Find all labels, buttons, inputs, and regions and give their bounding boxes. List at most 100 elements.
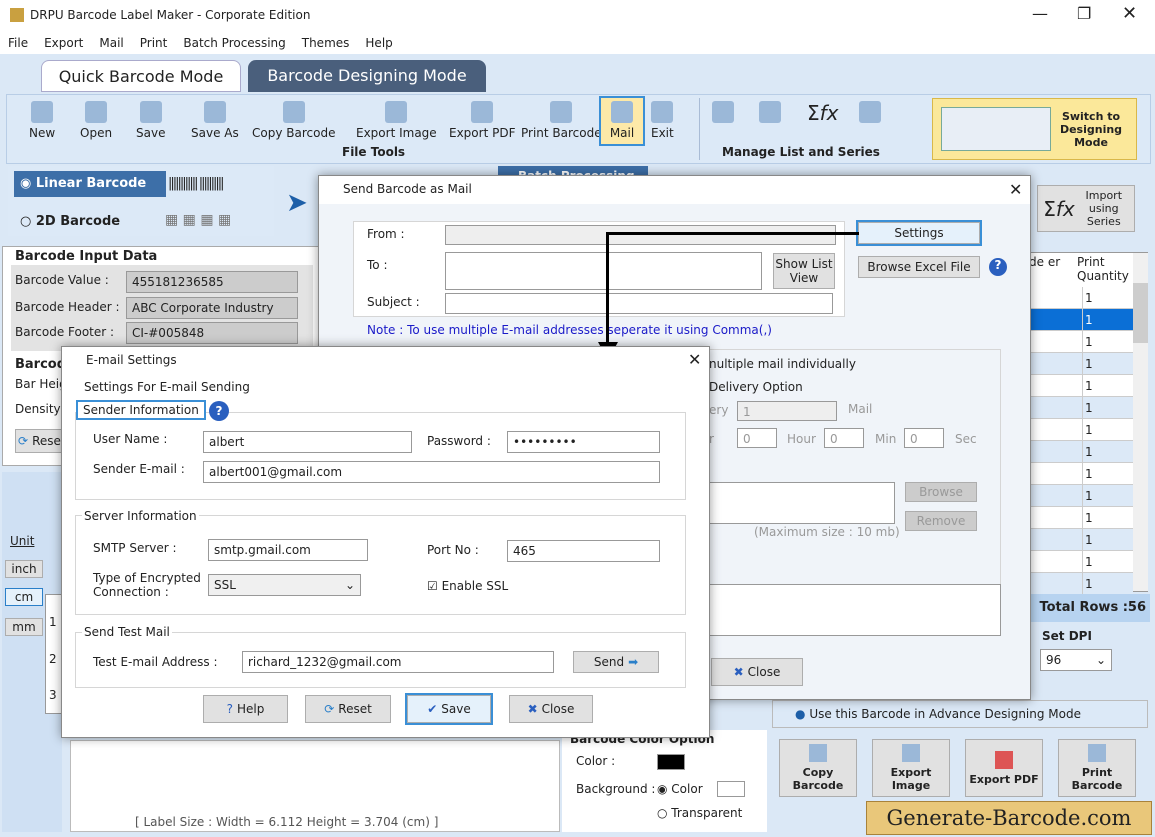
dpi-select[interactable]: 96 ⌄: [1040, 649, 1112, 671]
connector-line: [607, 232, 859, 235]
copy-barcode-button[interactable]: Copy Barcode: [252, 101, 335, 140]
mail-button[interactable]: Mail: [599, 96, 645, 146]
close-button[interactable]: ✕: [1122, 3, 1137, 24]
table-scrollbar[interactable]: [1133, 253, 1148, 591]
row-quantity: 1: [1085, 401, 1093, 415]
menu-help[interactable]: Help: [365, 36, 392, 50]
every-spinner[interactable]: 1: [737, 401, 837, 421]
printer-icon: [550, 101, 573, 123]
browse-excel-button[interactable]: Browse Excel File: [858, 256, 980, 278]
image-icon: [385, 101, 408, 123]
toolbar: New Open Save Save As Copy Barcode Expor…: [6, 94, 1151, 164]
swap-button[interactable]: [859, 101, 881, 126]
tab-quick-barcode[interactable]: Quick Barcode Mode: [41, 60, 241, 92]
save-button[interactable]: Save: [136, 101, 165, 140]
send-button[interactable]: Send ➡: [573, 651, 659, 673]
from-input[interactable]: [445, 225, 836, 245]
open-button[interactable]: Open: [80, 101, 112, 140]
pdf-icon: [471, 101, 494, 123]
save-as-icon: [203, 101, 226, 123]
series-button[interactable]: Σfx: [807, 101, 839, 125]
reset-button[interactable]: ⟳ Reset: [305, 695, 391, 723]
help-button[interactable]: ? Help: [203, 695, 288, 723]
encryption-select[interactable]: SSL ⌄: [208, 574, 361, 596]
linear-barcode-radio[interactable]: ◉ Linear Barcode: [14, 171, 166, 197]
sigma-fx-icon: Σfx: [807, 101, 839, 125]
2d-barcode-radio[interactable]: ○ 2D Barcode: [20, 214, 120, 229]
export-pdf-bottom-button[interactable]: Export PDF: [965, 739, 1043, 797]
help-icon[interactable]: ?: [209, 401, 229, 421]
close-icon[interactable]: ✕: [1009, 180, 1022, 199]
menu-print[interactable]: Print: [140, 36, 168, 50]
unit-mm[interactable]: mm: [5, 618, 43, 636]
minimize-button[interactable]: —: [1032, 4, 1048, 23]
tab-barcode-designing[interactable]: Barcode Designing Mode: [248, 60, 486, 92]
subject-input[interactable]: [445, 293, 833, 314]
port-input[interactable]: 465: [507, 540, 660, 562]
export-image-bottom-button[interactable]: Export Image: [872, 739, 950, 797]
transparent-radio[interactable]: ○ Transparent: [657, 806, 742, 820]
switch-designing-button[interactable]: Switch to Designing Mode: [932, 98, 1137, 160]
remove-button[interactable]: Remove: [905, 511, 977, 531]
refresh-icon: ⟳: [324, 702, 335, 716]
export-pdf-button[interactable]: Export PDF: [449, 101, 515, 140]
bg-color-swatch[interactable]: [717, 781, 745, 797]
question-icon: ?: [226, 702, 233, 716]
chevron-down-icon: ⌄: [344, 578, 355, 592]
help-icon[interactable]: ?: [989, 258, 1007, 276]
column-header-quantity: Print Quantity: [1077, 255, 1129, 283]
close-button[interactable]: ✖ Close: [509, 695, 593, 723]
enable-ssl-checkbox[interactable]: ☑ Enable SSL: [427, 579, 508, 593]
menu-themes[interactable]: Themes: [302, 36, 350, 50]
password-input[interactable]: •••••••••: [507, 431, 660, 453]
save-button[interactable]: ✔ Save: [405, 693, 493, 725]
menu-batch[interactable]: Batch Processing: [183, 36, 285, 50]
hour-spinner[interactable]: 0: [737, 428, 777, 448]
row-quantity: 1: [1085, 313, 1093, 327]
unit-inch[interactable]: inch: [5, 560, 43, 578]
maximize-button[interactable]: ❐: [1077, 4, 1091, 23]
browse-button[interactable]: Browse: [905, 482, 977, 502]
test-email-input[interactable]: richard_1232@gmail.com: [242, 651, 554, 673]
unit-cm[interactable]: cm: [5, 588, 43, 606]
barcode-header-input[interactable]: ABC Corporate Industry: [126, 297, 298, 319]
menu-file[interactable]: File: [8, 36, 28, 50]
row-quantity: 1: [1085, 533, 1093, 547]
barcode-color-swatch[interactable]: [657, 754, 685, 770]
sender-email-input[interactable]: albert001@gmail.com: [203, 461, 660, 483]
row-quantity: 1: [1085, 467, 1093, 481]
menu-export[interactable]: Export: [44, 36, 83, 50]
username-input[interactable]: albert: [203, 431, 412, 453]
export-image-button[interactable]: Export Image: [356, 101, 437, 140]
to-input[interactable]: [445, 252, 762, 290]
import-series-button[interactable]: Σfx Import using Series: [1037, 185, 1135, 232]
menu-bar: File Export Mail Print Batch Processing Theme…: [0, 32, 1155, 54]
bg-color-radio[interactable]: ◉ Color: [657, 782, 703, 796]
mail-icon: [611, 101, 633, 123]
exit-button[interactable]: Exit: [651, 101, 674, 140]
sec-spinner[interactable]: 0: [904, 428, 944, 448]
mail-close-button[interactable]: ✖ Close: [711, 658, 803, 686]
excel-button[interactable]: [759, 101, 781, 126]
new-icon: [31, 101, 54, 123]
print-barcode-bottom-button[interactable]: Print Barcode: [1058, 739, 1136, 797]
dialog-title: Send Barcode as Mail: [343, 182, 472, 196]
row-quantity: 1: [1085, 445, 1093, 459]
settings-button[interactable]: Settings: [856, 220, 982, 246]
manage-list-label: Manage List and Series: [722, 145, 880, 159]
barcode-footer-input[interactable]: CI-#005848: [126, 322, 298, 344]
message-textarea[interactable]: [699, 584, 1001, 636]
smtp-input[interactable]: smtp.gmail.com: [208, 539, 368, 561]
close-icon[interactable]: ✕: [688, 350, 701, 369]
attachment-list[interactable]: [699, 482, 895, 524]
advance-designing-checkbox[interactable]: ● Use this Barcode in Advance Designing …: [772, 700, 1148, 728]
min-spinner[interactable]: 0: [824, 428, 864, 448]
copy-barcode-bottom-button[interactable]: Copy Barcode: [779, 739, 857, 797]
print-barcode-button[interactable]: Print Barcode: [521, 101, 602, 140]
save-as-button[interactable]: Save As: [191, 101, 239, 140]
show-list-view-button[interactable]: Show List View: [773, 253, 835, 289]
menu-mail[interactable]: Mail: [99, 36, 123, 50]
barcode-value-input[interactable]: 455181236585: [126, 271, 298, 293]
new-button[interactable]: New: [29, 101, 55, 140]
edit-list-button[interactable]: [712, 101, 734, 126]
